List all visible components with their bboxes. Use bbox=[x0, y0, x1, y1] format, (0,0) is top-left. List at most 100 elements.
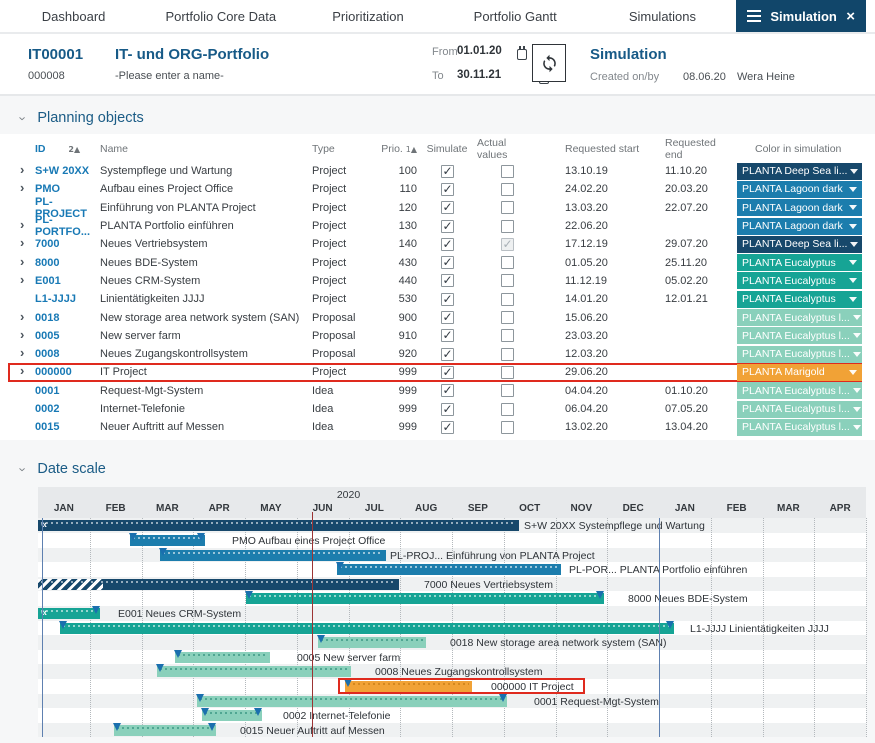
table-row[interactable]: › 0005 New server farm Proposal 910 23.0… bbox=[8, 327, 862, 345]
planning-objects-section-header[interactable]: › Planning objects bbox=[0, 110, 875, 126]
color-in-simulation-dropdown[interactable]: PLANTA Eucalyptus l... bbox=[737, 419, 862, 436]
table-row[interactable]: › 0002 Internet-Telefonie Idea 999 06.04… bbox=[8, 400, 862, 418]
gantt-bar[interactable] bbox=[246, 593, 604, 604]
table-row[interactable]: › S+W 20XX Systempflege und Wartung Proj… bbox=[8, 162, 862, 180]
planning-object-id-link[interactable]: 0018 bbox=[35, 312, 100, 324]
expand-chevron-icon[interactable]: › bbox=[20, 327, 24, 342]
table-row[interactable]: › 0015 Neuer Auftritt auf Messen Idea 99… bbox=[8, 418, 862, 436]
table-row[interactable]: › 7000 Neues Vertriebsystem Project 140 … bbox=[8, 235, 862, 253]
actual-values-checkbox[interactable] bbox=[501, 403, 514, 416]
planning-object-id-link[interactable]: 000000 bbox=[35, 366, 100, 378]
gantt-bar[interactable]: « bbox=[38, 608, 100, 619]
from-date-field[interactable]: 01.01.20 bbox=[457, 45, 502, 57]
refresh-button[interactable] bbox=[532, 44, 566, 82]
col-name[interactable]: Name bbox=[100, 143, 312, 155]
table-row[interactable]: › 000000 IT Project Project 999 29.06.20… bbox=[8, 363, 862, 381]
expand-chevron-icon[interactable]: › bbox=[20, 235, 24, 250]
hamburger-icon[interactable] bbox=[747, 7, 761, 25]
actual-values-checkbox[interactable] bbox=[501, 201, 514, 214]
gantt-bar[interactable] bbox=[197, 696, 507, 707]
planning-object-id-link[interactable]: 0002 bbox=[35, 403, 100, 415]
to-date-field[interactable]: 30.11.21 bbox=[457, 69, 501, 81]
col-type[interactable]: Type bbox=[312, 143, 375, 155]
planning-object-id-link[interactable]: PMO bbox=[35, 183, 100, 195]
color-in-simulation-dropdown[interactable]: PLANTA Marigold bbox=[737, 364, 862, 381]
tab-simulation-active[interactable]: Simulation × bbox=[736, 0, 866, 32]
gantt-bar[interactable] bbox=[202, 710, 262, 721]
col-requested-start[interactable]: Requested start bbox=[537, 143, 650, 155]
actual-values-checkbox[interactable] bbox=[501, 274, 514, 287]
table-row[interactable]: › PL-PORTFO... PLANTA Portfolio einführe… bbox=[8, 217, 862, 235]
simulate-checkbox[interactable] bbox=[441, 238, 454, 251]
color-in-simulation-dropdown[interactable]: PLANTA Lagoon dark bbox=[737, 199, 862, 216]
planning-object-id-link[interactable]: 0015 bbox=[35, 421, 100, 433]
col-id[interactable]: ID bbox=[35, 143, 46, 155]
simulate-checkbox[interactable] bbox=[441, 384, 454, 397]
color-in-simulation-dropdown[interactable]: PLANTA Eucalyptus l... bbox=[737, 346, 862, 363]
color-in-simulation-dropdown[interactable]: PLANTA Eucalyptus l... bbox=[737, 382, 862, 399]
actual-values-checkbox[interactable] bbox=[501, 183, 514, 196]
planning-object-id-link[interactable]: L1-JJJJ bbox=[35, 293, 100, 305]
portfolio-name-placeholder[interactable]: -Please enter a name- bbox=[115, 70, 224, 82]
collapse-chevron-icon[interactable]: › bbox=[16, 467, 31, 471]
nav-tab[interactable]: Simulations bbox=[589, 0, 736, 32]
table-row[interactable]: › E001 Neues CRM-System Project 440 11.1… bbox=[8, 272, 862, 290]
expand-chevron-icon[interactable]: › bbox=[20, 309, 24, 324]
color-in-simulation-dropdown[interactable]: PLANTA Lagoon dark bbox=[737, 181, 862, 198]
table-row[interactable]: › 0008 Neues Zugangskontrollsystem Propo… bbox=[8, 345, 862, 363]
close-icon[interactable]: × bbox=[846, 8, 855, 25]
simulate-checkbox[interactable] bbox=[441, 329, 454, 342]
actual-values-checkbox[interactable] bbox=[501, 293, 514, 306]
color-in-simulation-dropdown[interactable]: PLANTA Eucalyptus l... bbox=[737, 309, 862, 326]
nav-tab[interactable]: Dashboard bbox=[0, 0, 147, 32]
planning-object-id-link[interactable]: 0001 bbox=[35, 385, 100, 397]
simulate-checkbox[interactable] bbox=[441, 366, 454, 379]
collapse-chevron-icon[interactable]: › bbox=[16, 116, 31, 120]
nav-tab[interactable]: Prioritization bbox=[294, 0, 441, 32]
actual-values-checkbox[interactable] bbox=[501, 366, 514, 379]
actual-values-checkbox[interactable] bbox=[501, 238, 514, 251]
gantt-bar[interactable] bbox=[318, 637, 426, 648]
calendar-icon[interactable] bbox=[517, 49, 527, 60]
gantt-bar[interactable] bbox=[114, 725, 216, 736]
planning-object-id-link[interactable]: S+W 20XX bbox=[35, 165, 100, 177]
table-row[interactable]: › PMO Aufbau eines Project Office Projec… bbox=[8, 180, 862, 198]
date-scale-section-header[interactable]: › Date scale bbox=[0, 461, 875, 477]
gantt-bar[interactable] bbox=[130, 535, 205, 546]
planning-object-id-link[interactable]: E001 bbox=[35, 275, 100, 287]
col-simulate[interactable]: Simulate bbox=[417, 143, 477, 155]
gantt-bar[interactable] bbox=[60, 623, 674, 634]
color-in-simulation-dropdown[interactable]: PLANTA Lagoon dark bbox=[737, 218, 862, 235]
color-in-simulation-dropdown[interactable]: PLANTA Eucalyptus bbox=[737, 272, 862, 289]
gantt-bar[interactable] bbox=[157, 666, 351, 677]
actual-values-checkbox[interactable] bbox=[501, 421, 514, 434]
simulate-checkbox[interactable] bbox=[441, 293, 454, 306]
expand-chevron-icon[interactable]: › bbox=[20, 345, 24, 360]
expand-chevron-icon[interactable]: › bbox=[20, 180, 24, 195]
col-prio[interactable]: Prio. bbox=[381, 143, 403, 155]
expand-chevron-icon[interactable]: › bbox=[20, 272, 24, 287]
planning-object-id-link[interactable]: 7000 bbox=[35, 238, 100, 250]
simulate-checkbox[interactable] bbox=[441, 183, 454, 196]
simulate-checkbox[interactable] bbox=[441, 220, 454, 233]
gantt-bar[interactable] bbox=[175, 652, 270, 663]
color-in-simulation-dropdown[interactable]: PLANTA Eucalyptus l... bbox=[737, 401, 862, 418]
color-in-simulation-dropdown[interactable]: PLANTA Eucalyptus bbox=[737, 254, 862, 271]
expand-chevron-icon[interactable]: › bbox=[20, 162, 24, 177]
actual-values-checkbox[interactable] bbox=[501, 165, 514, 178]
col-actual-values[interactable]: Actual values bbox=[477, 137, 537, 161]
table-row[interactable]: › 0001 Request-Mgt-System Idea 999 04.04… bbox=[8, 382, 862, 400]
gantt-bar[interactable] bbox=[160, 550, 386, 561]
planning-object-id-link[interactable]: 0005 bbox=[35, 330, 100, 342]
actual-values-checkbox[interactable] bbox=[501, 220, 514, 233]
expand-chevron-icon[interactable]: › bbox=[20, 254, 24, 269]
simulate-checkbox[interactable] bbox=[441, 421, 454, 434]
simulate-checkbox[interactable] bbox=[441, 256, 454, 269]
simulate-checkbox[interactable] bbox=[441, 165, 454, 178]
table-row[interactable]: › 8000 Neues BDE-System Project 430 01.0… bbox=[8, 253, 862, 271]
simulate-checkbox[interactable] bbox=[441, 311, 454, 324]
table-row[interactable]: › 0018 New storage area network system (… bbox=[8, 308, 862, 326]
actual-values-checkbox[interactable] bbox=[501, 311, 514, 324]
planning-object-id-link[interactable]: 0008 bbox=[35, 348, 100, 360]
expand-chevron-icon[interactable]: › bbox=[20, 217, 24, 232]
